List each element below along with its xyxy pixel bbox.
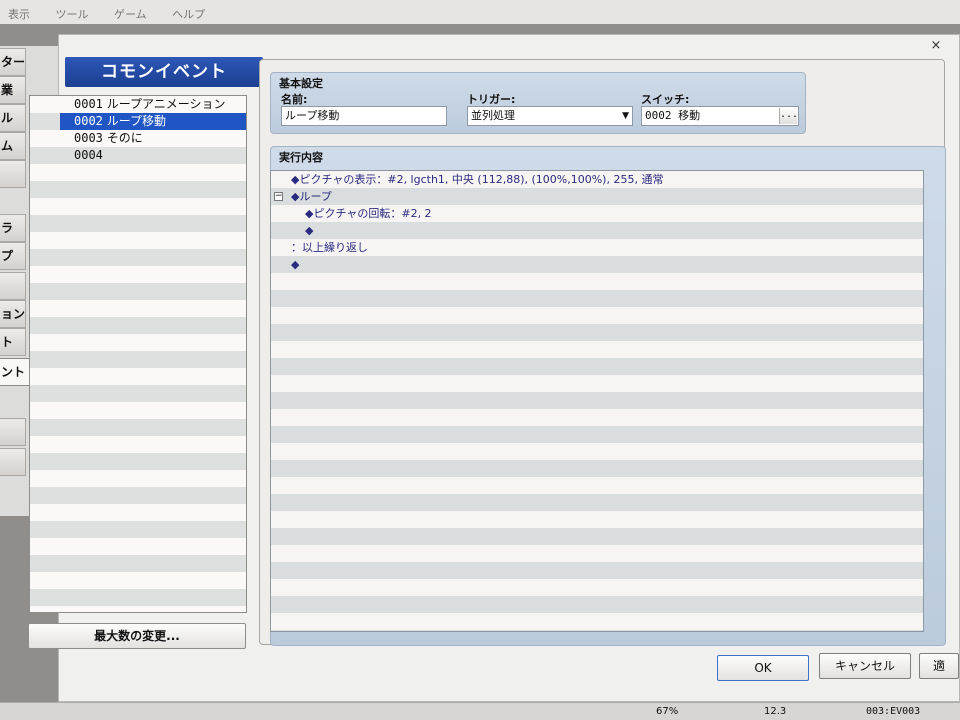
- command-line[interactable]: ◆ピクチャの回転：#2, 2: [305, 205, 432, 222]
- command-line[interactable]: ◆ピクチャの表示：#2, lgcth1, 中央 (112,88), (100%,…: [291, 171, 663, 188]
- basic-settings-group: 基本設定 名前: ループ移動 トリガー: 並列処理 ▼ スイッチ: 0002 移…: [270, 72, 806, 134]
- tab-classes[interactable]: 業: [0, 76, 26, 104]
- trigger-select[interactable]: 並列処理 ▼: [467, 106, 633, 126]
- list-item[interactable]: 0003 そのに: [70, 130, 246, 147]
- command-line[interactable]: ◆: [305, 222, 313, 239]
- ok-button[interactable]: OK: [717, 655, 809, 681]
- list-item-name: ループ移動: [106, 114, 167, 128]
- tab-items[interactable]: ム: [0, 132, 26, 160]
- tab-types[interactable]: [0, 448, 26, 476]
- tab-states[interactable]: [0, 272, 26, 300]
- tab-weapons[interactable]: [0, 160, 26, 188]
- name-label: 名前:: [281, 93, 308, 106]
- status-bar: 67% 12.3 003:EV003: [0, 702, 960, 720]
- tab-animations[interactable]: ョン: [0, 300, 26, 328]
- list-item-id: 0001: [74, 97, 103, 111]
- list-item-name: そのに: [106, 131, 143, 145]
- close-icon[interactable]: ×: [929, 39, 943, 53]
- common-events-title: コモンイベント: [65, 57, 263, 87]
- switch-browse-button[interactable]: ...: [779, 108, 798, 124]
- list-item-id: 0004: [74, 148, 103, 162]
- command-line[interactable]: ◆ループ: [291, 188, 332, 205]
- status-value: 12.3: [764, 706, 787, 717]
- zoom-level: 67%: [656, 706, 679, 717]
- list-item-name: ループアニメーション: [106, 97, 226, 111]
- dropdown-arrow-icon: ▼: [622, 111, 629, 121]
- contents-title: 実行内容: [279, 151, 323, 164]
- switch-field[interactable]: 0002 移動 ...: [641, 106, 799, 126]
- tab-tilesets[interactable]: ト: [0, 328, 26, 356]
- event-editor-panel: 基本設定 名前: ループ移動 トリガー: 並列処理 ▼ スイッチ: 0002 移…: [259, 59, 946, 646]
- switch-label: スイッチ:: [641, 93, 690, 106]
- tab-system[interactable]: [0, 418, 26, 446]
- command-line[interactable]: ◆: [291, 256, 299, 273]
- tab-enemies[interactable]: ラ: [0, 214, 26, 242]
- event-readout: 003:EV003: [866, 706, 921, 717]
- menu-item-tools[interactable]: ツール: [56, 8, 89, 21]
- trigger-label: トリガー:: [467, 93, 516, 106]
- switch-value: 0002 移動: [645, 109, 701, 122]
- list-item-id: 0003: [74, 131, 103, 145]
- apply-button[interactable]: 適: [919, 653, 959, 679]
- menu-bar: 表示 ツール ゲーム ヘルプ: [0, 0, 960, 24]
- basic-settings-title: 基本設定: [279, 77, 323, 90]
- list-item[interactable]: 0004: [70, 147, 246, 164]
- list-item[interactable]: 0001 ループアニメーション: [70, 96, 246, 113]
- tab-actors[interactable]: ター: [0, 48, 26, 76]
- database-dialog: × コモンイベント 0001 ループアニメーション 0002 ループ移動 000…: [28, 34, 960, 702]
- tab-skills[interactable]: ル: [0, 104, 26, 132]
- cancel-button[interactable]: キャンセル: [819, 653, 911, 679]
- trigger-value: 並列処理: [471, 109, 515, 122]
- menu-item-game[interactable]: ゲーム: [114, 8, 147, 21]
- menu-item-help[interactable]: ヘルプ: [172, 8, 205, 21]
- menu-item-view[interactable]: 表示: [8, 8, 30, 21]
- name-input[interactable]: ループ移動: [281, 106, 447, 126]
- list-item-id: 0002: [74, 114, 103, 128]
- common-events-list[interactable]: 0001 ループアニメーション 0002 ループ移動 0003 そのに 0004: [29, 95, 247, 613]
- change-maximum-button[interactable]: 最大数の変更...: [28, 623, 246, 649]
- command-line[interactable]: ：以上繰り返し: [291, 239, 368, 256]
- event-command-list[interactable]: ◆ピクチャの表示：#2, lgcth1, 中央 (112,88), (100%,…: [270, 170, 924, 632]
- collapse-icon[interactable]: −: [274, 192, 283, 201]
- list-item-selected[interactable]: 0002 ループ移動: [60, 113, 246, 130]
- tab-troops[interactable]: プ: [0, 242, 26, 270]
